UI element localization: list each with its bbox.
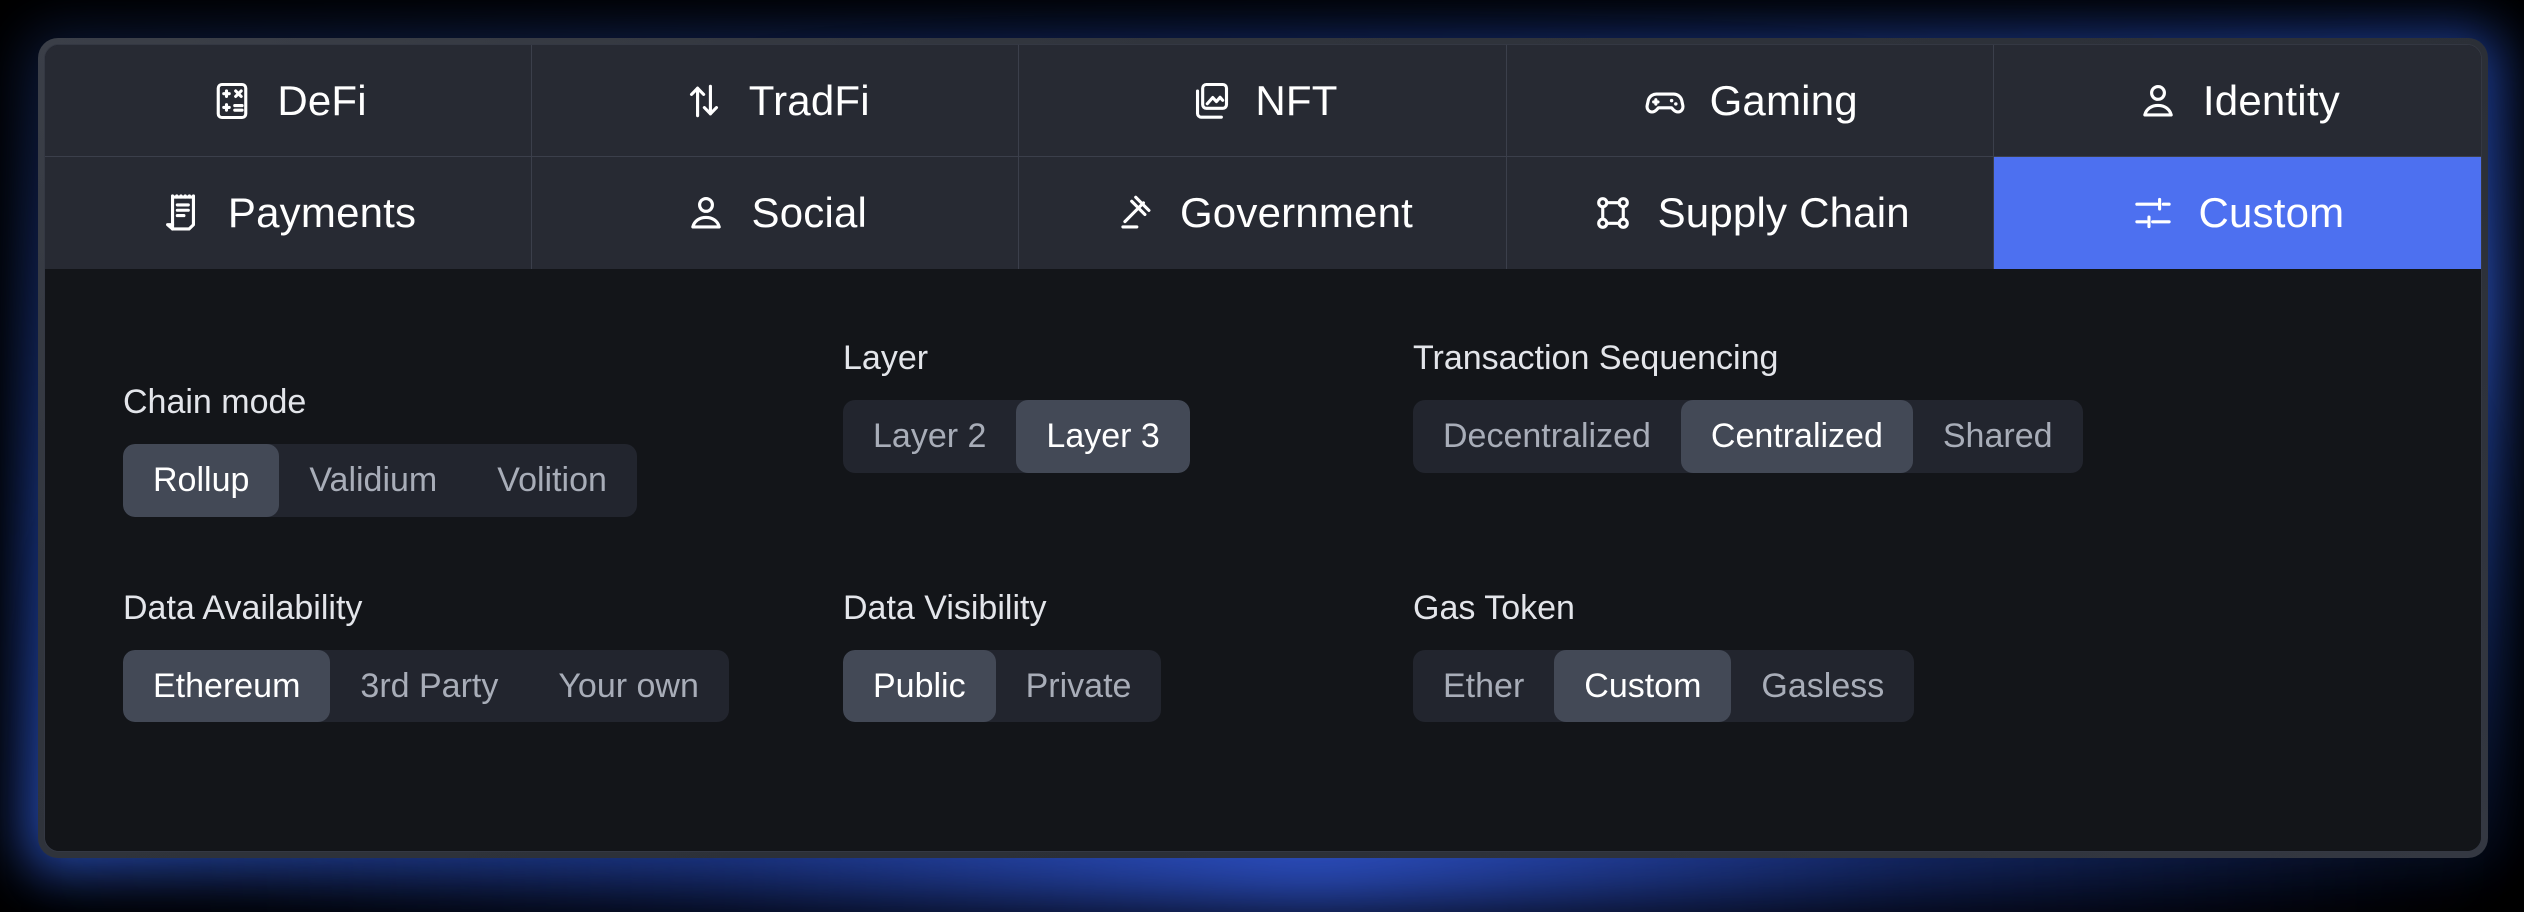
segment-option-public[interactable]: Public: [843, 649, 996, 722]
tab-label: TradFi: [748, 76, 870, 124]
images-icon: [1187, 78, 1233, 124]
person-icon: [2135, 78, 2181, 124]
tab-government[interactable]: Government: [1019, 157, 1507, 269]
segmented-control: Ether Custom Gasless: [1413, 649, 1915, 723]
tab-social[interactable]: Social: [532, 157, 1020, 269]
segment-option-3rd-party[interactable]: 3rd Party: [330, 650, 528, 723]
settings-grid: Chain mode Rollup Validium Volition Layer Lay…: [45, 269, 2481, 722]
tab-identity[interactable]: Identity: [1993, 45, 2481, 157]
setting-group-layer: Layer Layer 2 Layer 3: [843, 339, 1413, 517]
sliders-icon: [2130, 190, 2176, 236]
segment-option-private[interactable]: Private: [996, 650, 1162, 723]
segment-option-your-own[interactable]: Your own: [528, 650, 729, 723]
segment-option-validium[interactable]: Validium: [279, 444, 467, 517]
setting-group-label: Gas Token: [1413, 588, 1575, 627]
tab-label: Social: [751, 189, 868, 236]
segment-option-volition[interactable]: Volition: [467, 444, 637, 517]
segment-option-centralized[interactable]: Centralized: [1680, 400, 1913, 473]
gavel-icon: [1112, 190, 1158, 236]
segment-option-ether[interactable]: Ether: [1413, 650, 1554, 723]
segment-option-rollup[interactable]: Rollup: [123, 444, 280, 517]
setting-group-transaction-sequencing: Transaction Sequencing Decentralized Centr…: [1413, 339, 2481, 517]
tab-label: DeFi: [277, 76, 367, 124]
segment-option-custom[interactable]: Custom: [1554, 649, 1732, 722]
segment-option-decentralized[interactable]: Decentralized: [1413, 400, 1681, 473]
tab-defi[interactable]: DeFi: [45, 45, 533, 157]
tab-nft[interactable]: NFT: [1019, 45, 1507, 157]
segment-option-shared[interactable]: Shared: [1913, 400, 2083, 473]
setting-group-chain-mode: Chain mode Rollup Validium Volition: [123, 339, 843, 517]
setting-group-label: Layer: [843, 339, 929, 377]
segment-option-ethereum[interactable]: Ethereum: [123, 649, 331, 722]
tab-label: Supply Chain: [1657, 189, 1910, 236]
tab-custom[interactable]: Custom: [1993, 157, 2481, 269]
tab-label: Identity: [2202, 76, 2340, 124]
setting-group-data-visibility: Data Visibility Public Private: [843, 523, 1413, 723]
tab-payments[interactable]: Payments: [45, 157, 533, 269]
chain-configurator-card: DeFi TradFi NFT Gaming Identity Payments Socia…: [44, 44, 2482, 852]
segmented-control: Ethereum 3rd Party Your own: [123, 649, 729, 723]
custom-settings-panel: Chain mode Rollup Validium Volition Layer Lay…: [45, 269, 2481, 851]
segment-option-layer-3[interactable]: Layer 3: [1016, 400, 1190, 473]
tab-label: NFT: [1255, 76, 1338, 124]
receipt-icon: [160, 190, 206, 236]
setting-group-label: Chain mode: [123, 383, 307, 421]
calculator-icon: [209, 78, 255, 124]
tab-label: Government: [1179, 189, 1414, 236]
gamepad-icon: [1642, 78, 1688, 124]
segment-option-layer-2[interactable]: Layer 2: [843, 400, 1016, 473]
segment-option-gasless[interactable]: Gasless: [1731, 650, 1914, 723]
app-root: DeFi TradFi NFT Gaming Identity Payments Socia…: [0, 0, 2524, 912]
tab-label: Custom: [2198, 189, 2345, 236]
segmented-control: Layer 2 Layer 3: [843, 400, 1190, 473]
swap-vertical-icon: [681, 78, 727, 124]
tab-gaming[interactable]: Gaming: [1506, 45, 1994, 157]
segmented-control: Rollup Validium Volition: [123, 444, 637, 517]
tab-label: Gaming: [1709, 76, 1858, 124]
setting-group-data-availability: Data Availability Ethereum 3rd Party Your o…: [123, 523, 843, 723]
use-case-tab-grid: DeFi TradFi NFT Gaming Identity Payments Socia…: [45, 45, 2481, 269]
setting-group-label: Data Availability: [123, 588, 363, 627]
setting-group-gas-token: Gas Token Ether Custom Gasless: [1413, 523, 2481, 723]
nodes-square-icon: [1590, 190, 1636, 236]
setting-group-label: Transaction Sequencing: [1413, 339, 1779, 377]
person-icon: [683, 190, 729, 236]
segmented-control: Public Private: [843, 649, 1162, 723]
segmented-control: Decentralized Centralized Shared: [1413, 400, 2083, 473]
tab-label: Payments: [227, 189, 417, 236]
setting-group-label: Data Visibility: [843, 588, 1047, 627]
card-frame: DeFi TradFi NFT Gaming Identity Payments Socia…: [38, 38, 2488, 858]
tab-tradfi[interactable]: TradFi: [532, 45, 1020, 157]
tab-supply-chain[interactable]: Supply Chain: [1506, 157, 1994, 269]
